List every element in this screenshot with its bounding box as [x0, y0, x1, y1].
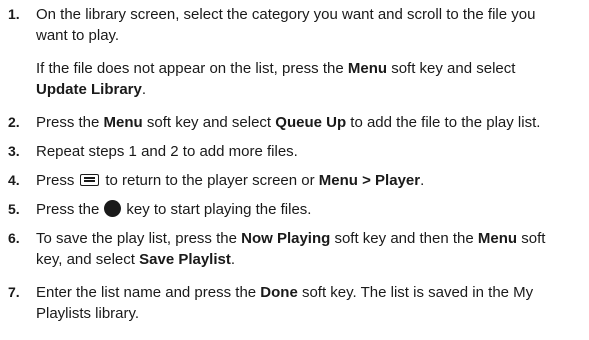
- step-text-part: key, and select: [36, 251, 140, 268]
- step-number: 4.: [8, 172, 20, 188]
- play-key-icon: [104, 200, 122, 217]
- note-text-part: If the file does not appear on the list,…: [36, 60, 348, 77]
- bold-now-playing: Now Playing: [241, 230, 331, 247]
- step-text-part: soft key. The list is saved in the My: [297, 284, 534, 301]
- step-text: Press the Menu soft key and select Queue…: [36, 112, 584, 133]
- step-number: 5.: [8, 201, 20, 217]
- step-number: 6.: [8, 230, 20, 246]
- bold-done: Done: [260, 284, 298, 301]
- step-text-part: Press the: [36, 114, 104, 131]
- step-text-part: soft key and then the: [330, 230, 478, 247]
- step-number: 7.: [8, 284, 20, 300]
- note-bold-update-library: Update Library: [36, 81, 142, 98]
- bold-menu: Menu: [103, 114, 143, 131]
- step-text-part: To save the play list, press the: [36, 230, 242, 247]
- step-text: Press the key to start playing the files.: [36, 199, 584, 220]
- bold-menu: Menu: [477, 230, 518, 247]
- step-text: To save the play list, press the Now Pla…: [36, 228, 584, 270]
- step-text-part: Press the: [36, 201, 100, 218]
- note-text-part: .: [141, 81, 147, 98]
- bold-menu-player: Menu > Player: [318, 172, 421, 189]
- bold-queue-up: Queue Up: [275, 114, 347, 131]
- step-text-part: to add the file to the play list.: [346, 114, 541, 131]
- step-text-part: .: [420, 172, 425, 189]
- step-line: Playlists library.: [36, 305, 140, 322]
- step-text-part: soft: [517, 230, 546, 247]
- bold-save-playlist: Save Playlist: [139, 251, 231, 268]
- step-text-part: to return to the player screen or: [105, 172, 319, 189]
- step-number: 1.: [8, 6, 20, 22]
- note-text: If the file does not appear on the list,…: [36, 58, 584, 100]
- step-text: Repeat steps 1 and 2 to add more files.: [36, 141, 584, 162]
- step-text: Press to return to the player screen or M…: [36, 170, 584, 191]
- note-text-part: soft key and select: [387, 60, 516, 77]
- step-text-part: .: [230, 251, 236, 268]
- step-text-part: Press: [36, 172, 75, 189]
- step-number: 3.: [8, 143, 20, 159]
- step-line: On the library screen, select the catego…: [36, 6, 536, 23]
- menu-back-key-icon: [80, 174, 100, 186]
- note-bold-menu: Menu: [347, 60, 388, 77]
- step-text: On the library screen, select the catego…: [36, 4, 584, 46]
- step-text-part: soft key and select: [142, 114, 276, 131]
- step-text-part: key to start playing the files.: [126, 201, 312, 218]
- step-number: 2.: [8, 114, 20, 130]
- step-line: Repeat steps 1 and 2 to add more files.: [36, 143, 298, 160]
- instruction-document: 1. On the library screen, select the cat…: [0, 0, 589, 340]
- step-line: want to play.: [36, 27, 120, 44]
- step-text: Enter the list name and press the Done s…: [36, 282, 584, 324]
- step-text-part: Enter the list name and press the: [36, 284, 261, 301]
